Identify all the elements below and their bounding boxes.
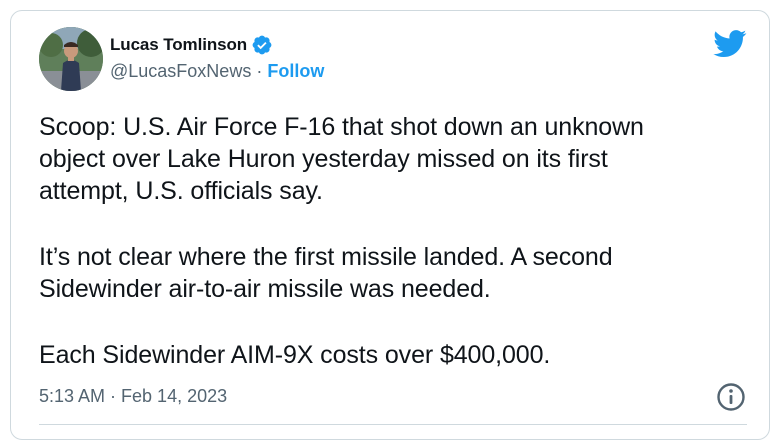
follow-link[interactable]: Follow [267, 61, 324, 81]
twitter-bird-icon[interactable] [713, 30, 747, 58]
tweet-text-line: It’s not clear where the first missile l… [39, 243, 613, 271]
avatar[interactable] [39, 27, 103, 91]
author-handle[interactable]: @LucasFoxNews [110, 61, 251, 81]
divider [39, 424, 747, 425]
tweet-text-line: Scoop: U.S. Air Force F-16 that shot dow… [39, 113, 644, 141]
author-name[interactable]: Lucas Tomlinson [110, 35, 247, 55]
tweet-text-line: object over Lake Huron yesterday missed … [39, 145, 608, 173]
tweet-card: Lucas Tomlinson @LucasFoxNews · Follow S… [10, 10, 770, 440]
handle-separator: · [251, 61, 268, 81]
verified-badge-icon [251, 34, 273, 56]
author-name-row: Lucas Tomlinson [110, 34, 273, 56]
avatar-image [39, 27, 103, 91]
tweet-timestamp[interactable]: 5:13 AM · Feb 14, 2023 [39, 386, 227, 407]
tweet-text-line: attempt, U.S. officials say. [39, 177, 323, 205]
tweet-text-line: Sidewinder air-to-air missile was needed… [39, 275, 491, 303]
tweet-text-line: Each Sidewinder AIM-9X costs over $400,0… [39, 341, 551, 369]
tweet-text: Scoop: U.S. Air Force F-16 that shot dow… [39, 111, 759, 371]
handle-row: @LucasFoxNews · Follow [110, 61, 324, 82]
info-icon[interactable] [715, 381, 747, 413]
